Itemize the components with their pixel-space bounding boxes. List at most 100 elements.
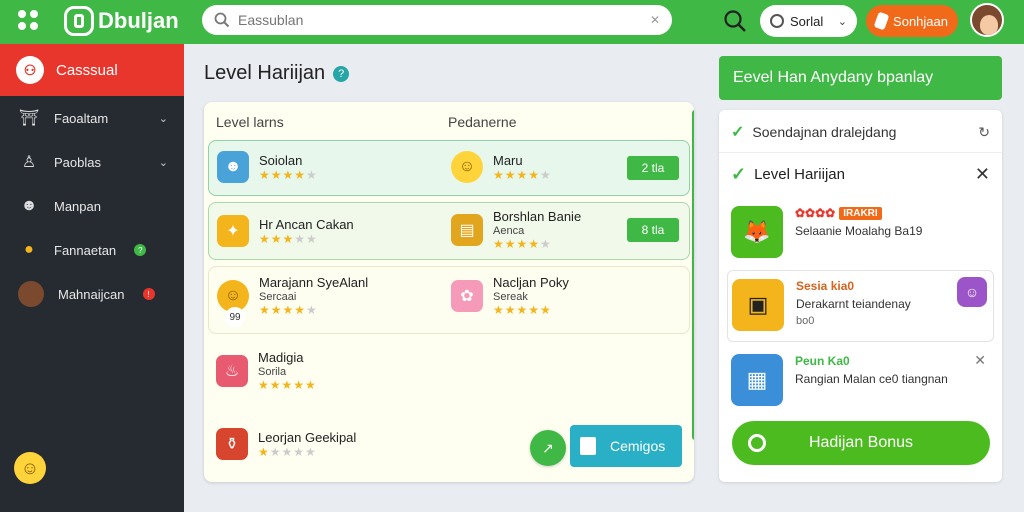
game-name: Leorjan Geekipal [258, 429, 357, 445]
sidebar-item-casual[interactable]: ⚇ Casssual [0, 44, 184, 96]
logo-icon [64, 6, 94, 36]
refresh-button[interactable]: ↗ [530, 430, 566, 466]
sidebar: ⚇ Casssual ⛩ Faoaltam ⌄ ♙ Paoblas ⌄ ☻ Ma… [0, 44, 184, 512]
page-title: Level Hariijan ? [204, 62, 350, 85]
chevron-down-icon: ⌄ [158, 156, 168, 169]
rating-stars: ★★★★★ [259, 167, 318, 182]
entry-title: Sesia kia0 [796, 279, 855, 293]
sidebar-item-1[interactable]: ⛩ Faoaltam ⌄ [0, 96, 184, 140]
user-avatar[interactable] [970, 3, 1004, 37]
gift-box-icon: ▦ [731, 354, 783, 406]
entry-description: Rangian Malan ce0 tiangnan [795, 372, 948, 386]
chevron-down-icon: ⌄ [837, 15, 847, 28]
check-icon: ✓ [731, 124, 745, 141]
game-name: Madigia [258, 350, 304, 365]
user-icon: ⚇ [16, 56, 44, 84]
top-bar: Dbuljan ✕ Sorlal ⌄ Sonhjaan [0, 0, 1024, 44]
fox-character-icon: 🦊 [731, 206, 783, 258]
sidebar-item-2[interactable]: ♙ Paoblas ⌄ [0, 140, 184, 184]
scrollbar[interactable] [692, 110, 694, 440]
rating-stars: ★★★★★ [258, 378, 317, 392]
game-name: Marajann SyeAlanl [259, 275, 369, 290]
table-row[interactable]: ☺ Marajann SyeAlanl Sercaai ★★★★★ 99 ✿ N… [208, 266, 690, 334]
sidebar-item-label: Casssual [56, 61, 118, 79]
close-icon[interactable]: ✕ [975, 164, 990, 185]
brand-logo[interactable]: Dbuljan [64, 6, 179, 36]
game-subtitle: Aenca [493, 225, 525, 237]
sidebar-item-label: Manpan [54, 198, 101, 214]
filter-icon [770, 14, 784, 28]
game-subtitle: Sorila [258, 366, 287, 378]
rating-stars: ★★★★★ [259, 303, 318, 317]
game-subtitle: Sereak [493, 291, 528, 303]
emoji-icon: ☺ [957, 277, 987, 307]
sidebar-item-label: Mahnaijcan [58, 286, 125, 302]
sidebar-item-5[interactable]: Mahnaijcan ! [0, 272, 184, 316]
game-name: Hr Ancan Cakan [259, 216, 354, 232]
rating-stars: ★★★★★ [493, 303, 552, 317]
document-icon [580, 437, 596, 455]
entry-title: ✿✿✿✿ IRAKRI [795, 206, 922, 220]
entry-tag: IRAKRI [839, 206, 882, 220]
game-name: Borshlan Banie [493, 209, 582, 224]
level-button[interactable]: 2 tla [627, 156, 679, 180]
category-select-value: Sorlal [790, 13, 824, 29]
category-select[interactable]: Sorlal ⌄ [760, 5, 857, 37]
entry-title: Peun Ka0 [795, 354, 850, 368]
sidebar-item-label: Faoaltam [54, 110, 109, 126]
smiley-icon[interactable]: ☺ [14, 452, 46, 484]
count-chip: 99 [225, 307, 245, 327]
crate-icon: ▤ [451, 214, 483, 246]
character-icon: ☻ [217, 151, 249, 183]
game-name: Soiolan [259, 152, 303, 168]
page-title-text: Level Hariijan [204, 62, 326, 84]
table-row[interactable]: ✦ Hr Ancan Cakan ★★★★★ ▤ Borshlan Banie … [208, 202, 690, 260]
bonus-button[interactable]: Hadijan Bonus [732, 421, 990, 465]
search-input[interactable] [238, 12, 650, 28]
shop-button-label: Sonhjaan [893, 13, 948, 29]
coins-icon: ● [24, 241, 34, 258]
game-name: Nacljan Poky [493, 275, 569, 290]
puzzle-icon: ✦ [217, 215, 249, 247]
game-subtitle: Sercaai [259, 291, 297, 303]
shop-button[interactable]: Sonhjaan [866, 5, 958, 37]
game-name: Maru [493, 152, 523, 168]
table-row[interactable]: ☻ Soiolan ★★★★★ ☺ Maru ★★★★★ 2 tla [208, 140, 690, 196]
cake-character-icon: ♨ [216, 355, 248, 387]
arcade-icon: ⛩ [18, 110, 40, 127]
cta-label: Cemigos [610, 438, 666, 454]
profile-avatar-icon [18, 281, 44, 307]
level-button[interactable]: 8 tla [627, 218, 679, 242]
apps-menu-icon[interactable] [18, 10, 40, 32]
entry-description: Derakarnt teiandenay [796, 297, 911, 311]
new-badge: ? [134, 244, 147, 256]
rating-stars: ★★★★★ [493, 167, 552, 182]
list-item[interactable]: ▣ Sesia kia0 Derakarnt teiandenay bo0 ☺ [727, 270, 994, 342]
sidebar-item-4[interactable]: ● Fannaetan ? [0, 228, 184, 272]
bonus-button-label: Hadijan Bonus [808, 434, 914, 451]
column-header-rewards: Pedanerne [448, 114, 517, 130]
jar-icon: ⚱ [216, 428, 248, 460]
clear-search-icon[interactable]: ✕ [650, 13, 660, 27]
table-row[interactable]: ♨ Madigia Sorila ★★★★★ [208, 340, 690, 410]
refresh-icon[interactable]: ↻ [978, 124, 990, 141]
entry-description: Selaanie Moalahg Ba19 [795, 224, 923, 238]
search-bar[interactable]: ✕ [202, 5, 672, 35]
close-icon[interactable]: ✕ [974, 352, 986, 369]
shop-icon [873, 11, 890, 31]
list-item[interactable]: 🦊 ✿✿✿✿ IRAKRI Selaanie Moalahg Ba19 [727, 198, 994, 266]
section-header: ✓ Level Hariijan ✕ [731, 164, 990, 185]
search-icon[interactable] [722, 8, 748, 34]
sidebar-item-label: Paoblas [54, 154, 101, 170]
sidebar-item-3[interactable]: ☻ Manpan [0, 184, 184, 228]
cemigos-button[interactable]: Cemigos [570, 425, 682, 467]
list-item[interactable]: ▦ Peun Ka0 Rangian Malan ce0 tiangnan ✕ [727, 346, 994, 414]
sidebar-item-label: Fannaetan [54, 242, 117, 258]
entry-meta: bo0 [796, 315, 815, 327]
fox-chest-icon: ▣ [732, 279, 784, 331]
rating-stars: ★★★★★ [493, 237, 552, 251]
promo-banner[interactable]: Eevel Han Anydany bpanlay [719, 56, 1002, 100]
check-icon: ✓ [731, 164, 747, 184]
brand-name: Dbuljan [98, 8, 179, 33]
help-icon[interactable]: ? [333, 65, 350, 82]
